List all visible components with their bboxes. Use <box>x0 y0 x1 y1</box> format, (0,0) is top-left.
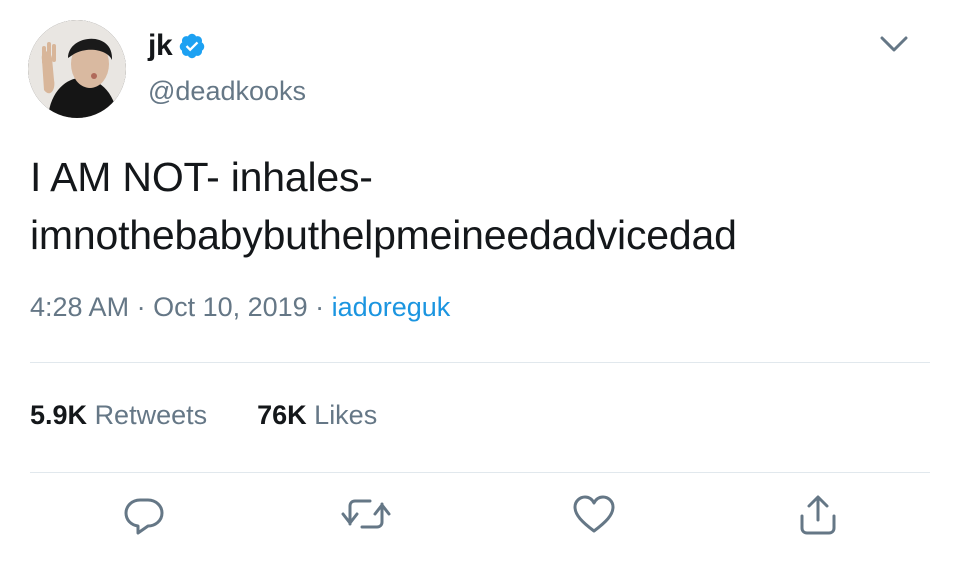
reply-icon[interactable] <box>120 490 168 538</box>
meta-separator: · <box>129 292 154 322</box>
avatar-photo <box>28 20 126 118</box>
user-handle[interactable]: @deadkooks <box>148 76 306 107</box>
meta-separator: · <box>307 292 332 322</box>
chevron-down-icon[interactable] <box>876 28 912 58</box>
tweet-card: jk @deadkooks I AM NOT- inhales- imnothe… <box>0 0 960 570</box>
tweet-text-line: imnothebabybuthelpmeineedadvicedad <box>30 212 737 258</box>
divider <box>30 362 930 363</box>
divider <box>30 472 930 473</box>
name-row: jk <box>148 28 206 64</box>
tweet-stats: 5.9K Retweets 76K Likes <box>30 400 427 431</box>
tweet-source-link[interactable]: iadoreguk <box>332 292 451 322</box>
likes-label: Likes <box>314 400 378 430</box>
tweet-text: I AM NOT- inhales- imnothebabybuthelpmei… <box>30 148 930 264</box>
verified-badge-icon <box>178 32 206 60</box>
avatar[interactable] <box>28 20 126 118</box>
heart-icon[interactable] <box>570 490 618 538</box>
tweet-text-line: I AM NOT- inhales- <box>30 154 373 200</box>
retweets-count: 5.9K <box>30 400 88 430</box>
tweet-meta: 4:28 AM · Oct 10, 2019 · iadoreguk <box>30 292 450 323</box>
action-bar <box>0 490 960 546</box>
share-icon[interactable] <box>794 490 842 538</box>
tweet-time[interactable]: 4:28 AM <box>30 292 129 322</box>
likes-count: 76K <box>257 400 307 430</box>
tweet-date[interactable]: Oct 10, 2019 <box>153 292 308 322</box>
display-name[interactable]: jk <box>148 29 173 63</box>
retweet-icon[interactable] <box>340 490 391 538</box>
likes-stat[interactable]: 76K Likes <box>257 400 377 431</box>
retweets-stat[interactable]: 5.9K Retweets <box>30 400 207 431</box>
retweets-label: Retweets <box>94 400 208 430</box>
